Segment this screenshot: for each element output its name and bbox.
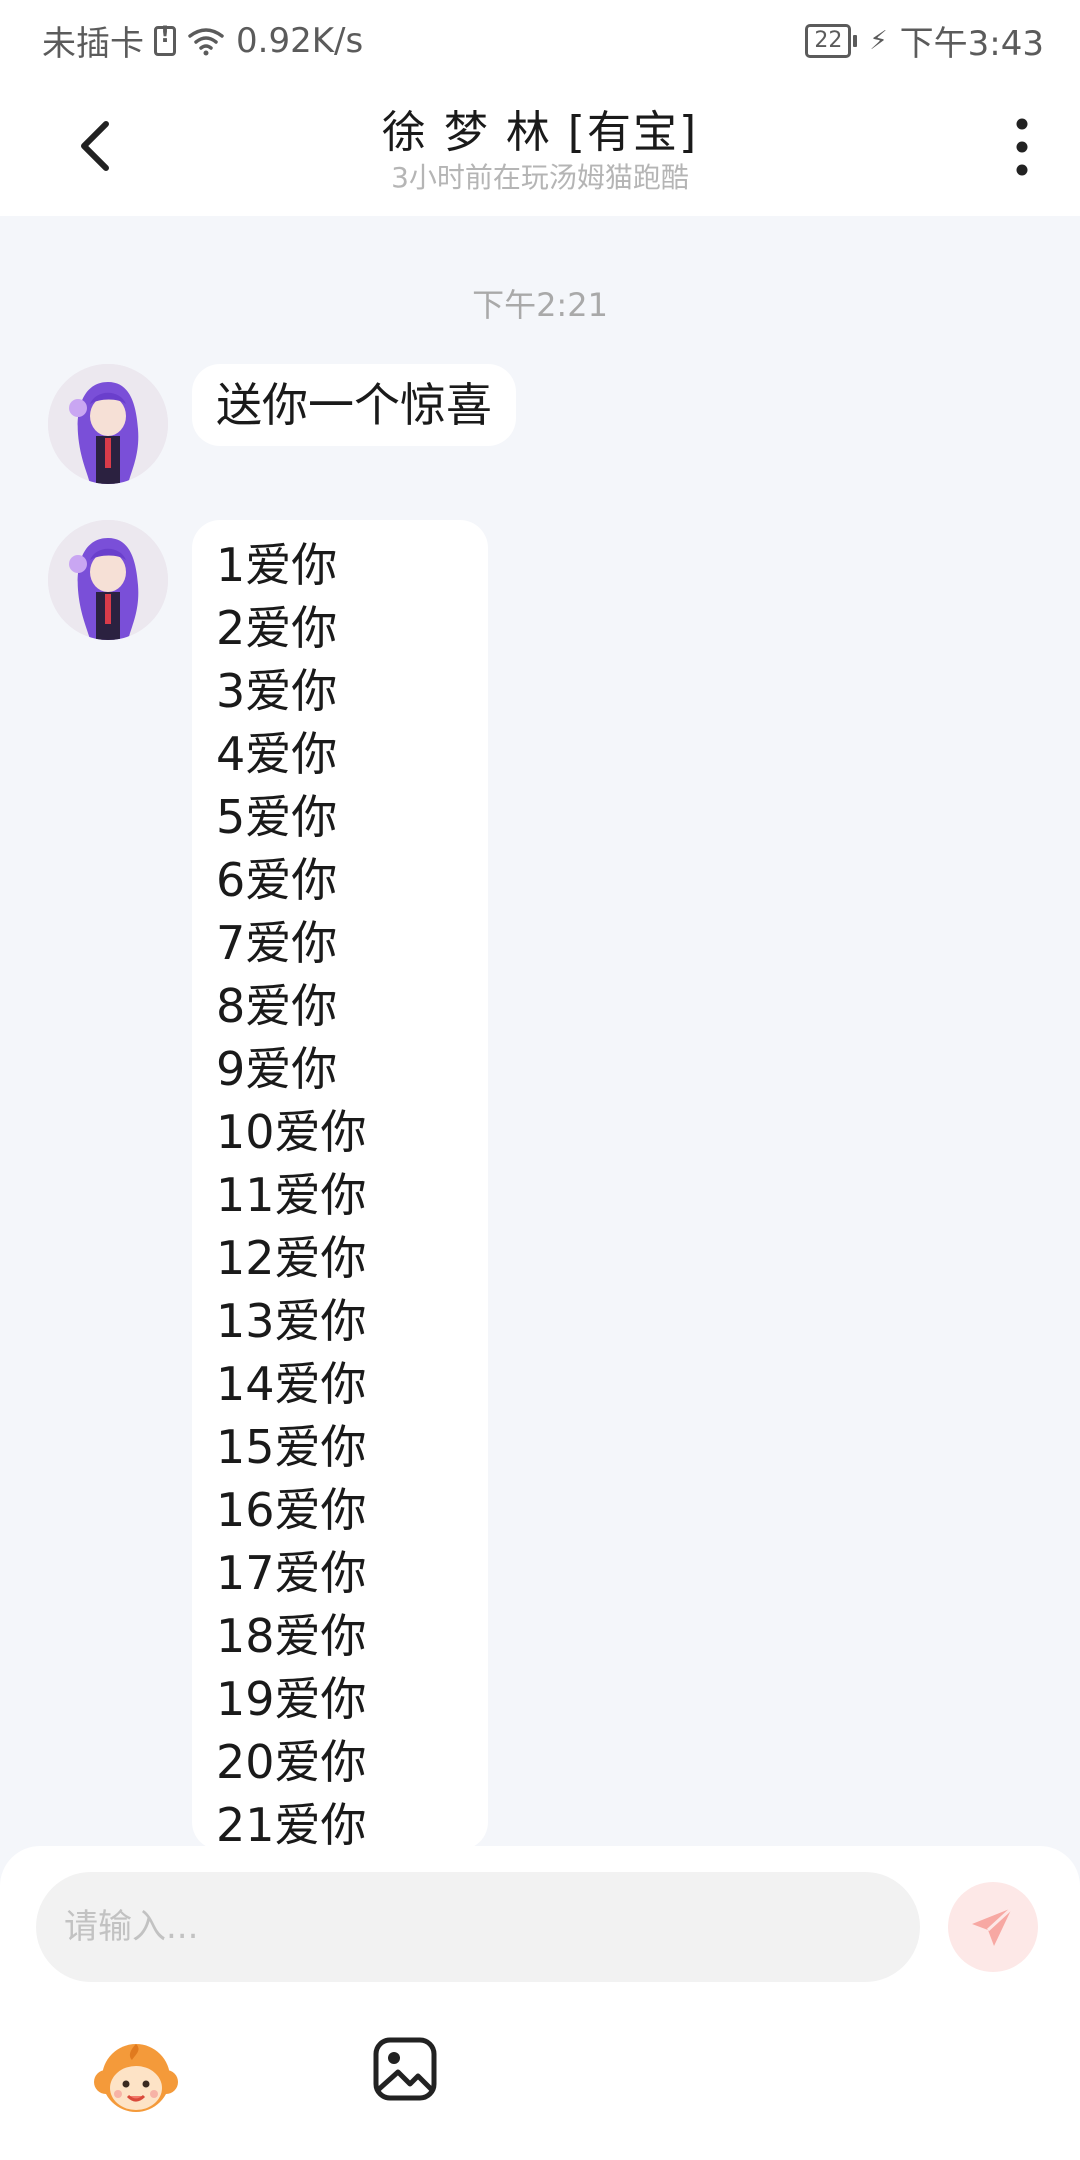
message-line: 2爱你 — [216, 601, 338, 655]
avatar[interactable] — [48, 520, 168, 640]
message-line: 20爱你 — [216, 1735, 367, 1789]
paper-plane-icon — [972, 1906, 1014, 1946]
send-button[interactable] — [948, 1882, 1038, 1972]
status-right: 22 ⚡ 下午3:43 — [805, 16, 1044, 65]
clock: 下午3:43 — [899, 24, 1044, 64]
chat-subtitle: 3小时前在玩汤姆猫跑酷 — [391, 161, 689, 194]
message-bubble[interactable]: 1爱你 2爱你 3爱你 4爱你 5爱你 6爱你 7爱你 8爱你 9爱你 10爱你… — [192, 520, 488, 1846]
monkey-emoji-icon[interactable] — [92, 2036, 180, 2124]
input-panel — [0, 1846, 1080, 2160]
image-icon[interactable] — [370, 2034, 440, 2104]
charging-icon: ⚡ — [869, 25, 888, 56]
battery-tip — [853, 34, 858, 47]
chat-title: 徐 梦 林 [有宝] — [381, 107, 699, 158]
message-line: 5爱你 — [216, 790, 338, 844]
status-left: 未插卡 0.92K/s — [42, 16, 363, 65]
more-vertical-icon[interactable] — [1012, 112, 1032, 182]
message-line: 21爱你 — [216, 1798, 367, 1846]
message-line: 7爱你 — [216, 916, 338, 970]
message-line: 1爱你 — [216, 538, 338, 592]
message-line: 19爱你 — [216, 1672, 367, 1726]
message-line: 4爱你 — [216, 727, 338, 781]
message-line: 3爱你 — [216, 664, 338, 718]
sim-alert-icon — [154, 23, 176, 56]
chat-area[interactable]: 下午2:21 送你一个惊喜 1爱你 2爱你 3爱你 4爱你 5爱你 6爱你 7爱… — [0, 216, 1080, 1846]
avatar[interactable] — [48, 364, 168, 484]
message-line: 8爱你 — [216, 979, 338, 1033]
battery-level: 22 — [805, 23, 852, 58]
message-line: 13爱你 — [216, 1294, 367, 1348]
message-input[interactable] — [36, 1872, 920, 1982]
message-line: 12爱你 — [216, 1231, 367, 1285]
message-line: 17爱你 — [216, 1546, 367, 1600]
chat-header: 徐 梦 林 [有宝] 3小时前在玩汤姆猫跑酷 — [0, 76, 1080, 216]
message-line: 10爱你 — [216, 1105, 367, 1159]
message-line: 16爱你 — [216, 1483, 367, 1537]
message-timestamp: 下午2:21 — [472, 286, 608, 324]
avatar-anime-girl-icon — [48, 520, 168, 640]
avatar-anime-girl-icon — [48, 364, 168, 484]
message-line: 6爱你 — [216, 853, 338, 907]
network-speed: 0.92K/s — [236, 20, 364, 61]
message-line: 11爱你 — [216, 1168, 367, 1222]
message-line: 14爱你 — [216, 1357, 367, 1411]
message-text: 送你一个惊喜 — [216, 378, 492, 432]
message-bubble[interactable]: 送你一个惊喜 — [192, 364, 516, 446]
status-bar: 未插卡 0.92K/s 22 ⚡ 下午3:43 — [0, 0, 1080, 76]
wifi-icon — [188, 27, 224, 55]
message-line: 15爱你 — [216, 1420, 367, 1474]
sim-status-text: 未插卡 — [42, 24, 144, 64]
message-line: 18爱你 — [216, 1609, 367, 1663]
battery-icon: 22 — [805, 23, 858, 58]
message-line: 9爱你 — [216, 1042, 338, 1096]
